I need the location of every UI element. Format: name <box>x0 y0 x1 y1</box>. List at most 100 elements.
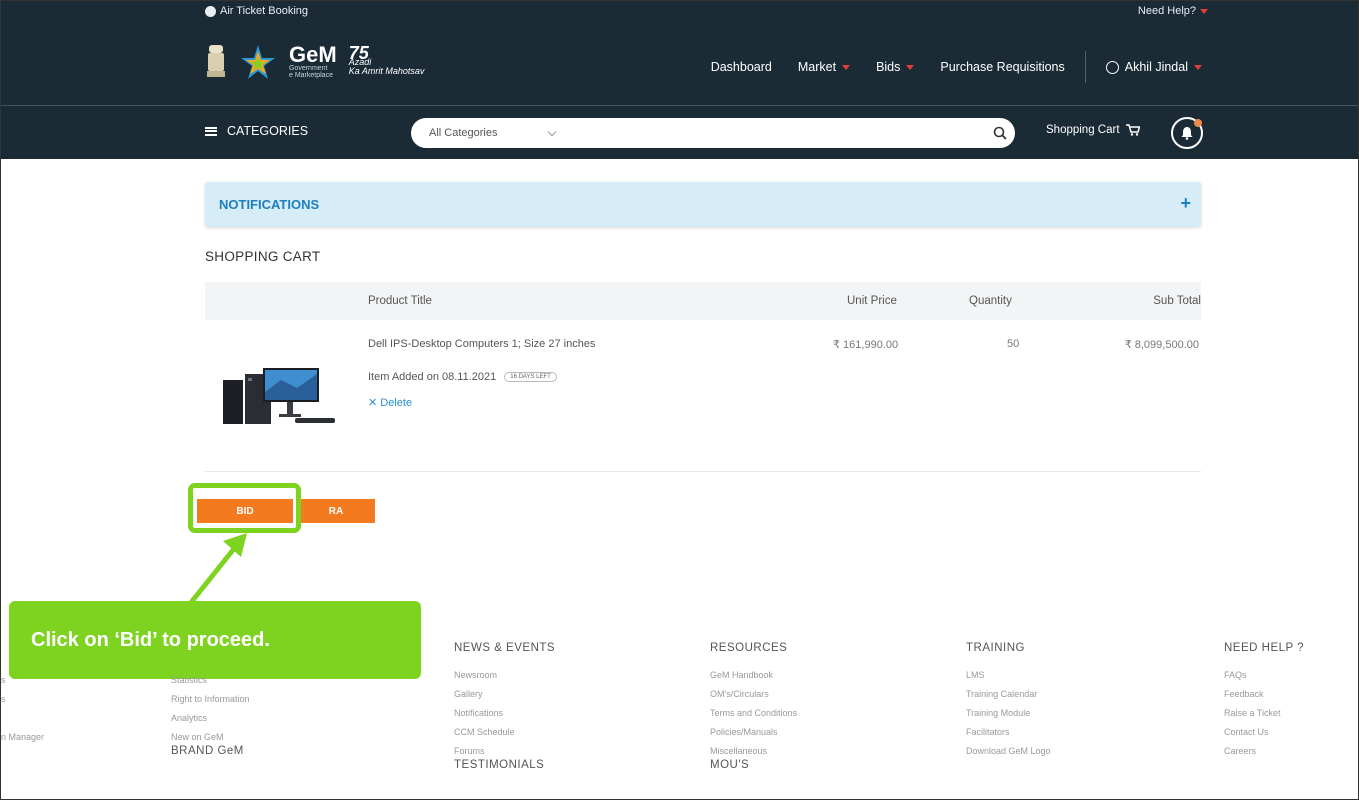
user-icon <box>1105 60 1119 74</box>
footer-about-column: Statistics Right to Information Analytic… <box>171 671 250 757</box>
footer-link[interactable]: Policies/Manuals <box>710 723 797 742</box>
footer-link[interactable]: OM's/Circulars <box>710 685 797 704</box>
category-bar: CATEGORIES All Categories Shopping Cart <box>1 106 1358 159</box>
category-select-value: All Categories <box>429 127 498 139</box>
footer-link[interactable]: Statistics <box>171 671 250 690</box>
item-added-info: Item Added on 08.11.2021 16 DAYS LEFT <box>368 371 557 383</box>
days-left-badge: 16 DAYS LEFT <box>504 372 557 382</box>
item-added-date: Item Added on 08.11.2021 <box>368 371 497 383</box>
nav-purchase-requisitions[interactable]: Purchase Requisitions <box>940 60 1064 74</box>
brand-logos[interactable]: GeM Government e Marketplace 75 Azadi Ka… <box>205 37 424 87</box>
footer-news-heading: NEWS & EVENTS <box>454 642 556 654</box>
product-unit-price: ₹ 161,990.00 <box>833 339 899 351</box>
gem-wordmark: GeM Government e Marketplace <box>289 44 337 80</box>
footer-edge-link[interactable] <box>1 709 44 728</box>
nav-market[interactable]: Market <box>797 60 851 74</box>
product-quantity[interactable]: 50 <box>1007 338 1019 350</box>
footer-edge-link[interactable]: n Manager <box>1 728 44 747</box>
ra-button[interactable]: RA <box>297 499 375 523</box>
search-button[interactable] <box>985 118 1015 148</box>
shopping-cart-label: Shopping Cart <box>1046 124 1120 136</box>
footer-link[interactable]: Facilitators <box>966 723 1051 742</box>
instruction-text: Click on ‘Bid’ to proceed. <box>31 629 270 651</box>
footer-link[interactable]: Careers <box>1224 742 1304 761</box>
search-icon <box>993 126 1007 140</box>
product-sub-total: ₹ 8,099,500.00 <box>1124 339 1199 351</box>
footer-brand-gem-heading[interactable]: BRAND GeM <box>171 745 250 757</box>
nav-market-label: Market <box>797 60 837 74</box>
footer-link[interactable]: Feedback <box>1224 685 1304 704</box>
footer-link[interactable]: Download GeM Logo <box>966 742 1051 761</box>
globe-icon <box>205 5 216 17</box>
cart-table-header: Product Title Unit Price Quantity Sub To… <box>205 282 1201 320</box>
footer-link[interactable]: Gallery <box>454 685 555 704</box>
search-input[interactable] <box>569 120 985 146</box>
footer-edge-link[interactable]: s <box>1 671 44 690</box>
gem-star-logo-icon <box>241 45 275 79</box>
footer-edge-column: s s n Manager <box>1 671 44 747</box>
nav-dashboard[interactable]: Dashboard <box>711 60 772 74</box>
caret-down-icon <box>1200 8 1208 14</box>
nav-pr-label: Purchase Requisitions <box>940 60 1065 74</box>
footer-link[interactable]: Notifications <box>454 704 555 723</box>
category-select[interactable]: All Categories <box>429 127 569 139</box>
screen: Air Ticket Booking Need Help? GeM Govern… <box>0 0 1359 800</box>
user-name: Akhil Jindal <box>1124 60 1188 74</box>
footer-link[interactable]: Right to Information <box>171 690 250 709</box>
footer-link[interactable]: FAQs <box>1224 666 1304 685</box>
expand-plus-icon[interactable]: + <box>1180 193 1191 214</box>
product-title[interactable]: Dell IPS-Desktop Computers 1; Size 27 in… <box>368 338 595 350</box>
search-bar: All Categories <box>411 118 1015 148</box>
notifications-title: NOTIFICATIONS <box>219 197 320 212</box>
footer-link[interactable]: GeM Handbook <box>710 666 797 685</box>
footer-resources-heading: RESOURCES <box>710 642 788 654</box>
footer-link[interactable]: Training Calendar <box>966 685 1051 704</box>
col-product-title: Product Title <box>368 295 432 307</box>
air-ticket-link[interactable]: Air Ticket Booking <box>205 5 308 17</box>
footer-link[interactable]: Contact Us <box>1224 723 1304 742</box>
need-help-label: Need Help? <box>1137 5 1196 17</box>
footer-training-column: TRAINING LMS Training Calendar Training … <box>966 642 1051 761</box>
row-divider <box>205 471 1201 472</box>
col-quantity: Quantity <box>969 295 1012 307</box>
footer-help-heading: NEED HELP ? <box>1224 642 1305 654</box>
cart-icon <box>1125 124 1140 136</box>
need-help-menu[interactable]: Need Help? <box>1138 5 1208 17</box>
caret-down-icon <box>842 64 851 70</box>
bell-icon <box>1181 127 1193 140</box>
air-ticket-label: Air Ticket Booking <box>220 5 309 17</box>
azadi-line-2: Ka Amrit Mahotsav <box>348 65 425 76</box>
gem-sub-2: e Marketplace <box>289 72 333 79</box>
footer-link[interactable]: Newsroom <box>454 666 555 685</box>
footer-edge-link[interactable]: s <box>1 690 44 709</box>
user-menu[interactable]: Akhil Jindal <box>1105 60 1202 74</box>
caret-down-icon <box>1194 64 1202 70</box>
categories-label: CATEGORIES <box>227 124 309 138</box>
instruction-callout: Click on ‘Bid’ to proceed. <box>9 601 421 679</box>
nav-divider <box>1084 51 1086 83</box>
categories-menu[interactable]: CATEGORIES <box>205 124 308 138</box>
top-header: Air Ticket Booking Need Help? GeM Govern… <box>1 1 1358 105</box>
nav-dashboard-label: Dashboard <box>710 60 772 74</box>
footer-training-heading: TRAINING <box>966 642 1025 654</box>
delete-item-link[interactable]: ✕ Delete <box>368 396 412 409</box>
footer-link[interactable]: LMS <box>966 666 1051 685</box>
footer-testimonials-heading[interactable]: TESTIMONIALS <box>454 759 555 771</box>
nav-bids-label: Bids <box>876 60 901 74</box>
footer-link[interactable]: Analytics <box>171 709 250 728</box>
shopping-cart-link[interactable]: Shopping Cart <box>1046 124 1140 136</box>
col-sub-total: Sub Total <box>1153 295 1201 307</box>
footer-link[interactable]: Training Module <box>966 704 1051 723</box>
caret-down-icon <box>906 64 915 70</box>
nav-bids[interactable]: Bids <box>876 60 915 74</box>
footer-link[interactable]: CCM Schedule <box>454 723 555 742</box>
notifications-bell[interactable] <box>1171 117 1203 149</box>
page-title: SHOPPING CART <box>205 249 321 264</box>
footer-link[interactable]: Terms and Conditions <box>710 704 797 723</box>
footer-news-column: NEWS & EVENTS Newsroom Gallery Notificat… <box>454 642 555 771</box>
main-nav: Dashboard Market Bids Purchase Requisiti… <box>711 51 1202 83</box>
product-image <box>223 368 335 424</box>
notifications-panel[interactable]: NOTIFICATIONS + <box>205 182 1201 227</box>
col-unit-price: Unit Price <box>847 295 897 307</box>
footer-link[interactable]: Raise a Ticket <box>1224 704 1304 723</box>
